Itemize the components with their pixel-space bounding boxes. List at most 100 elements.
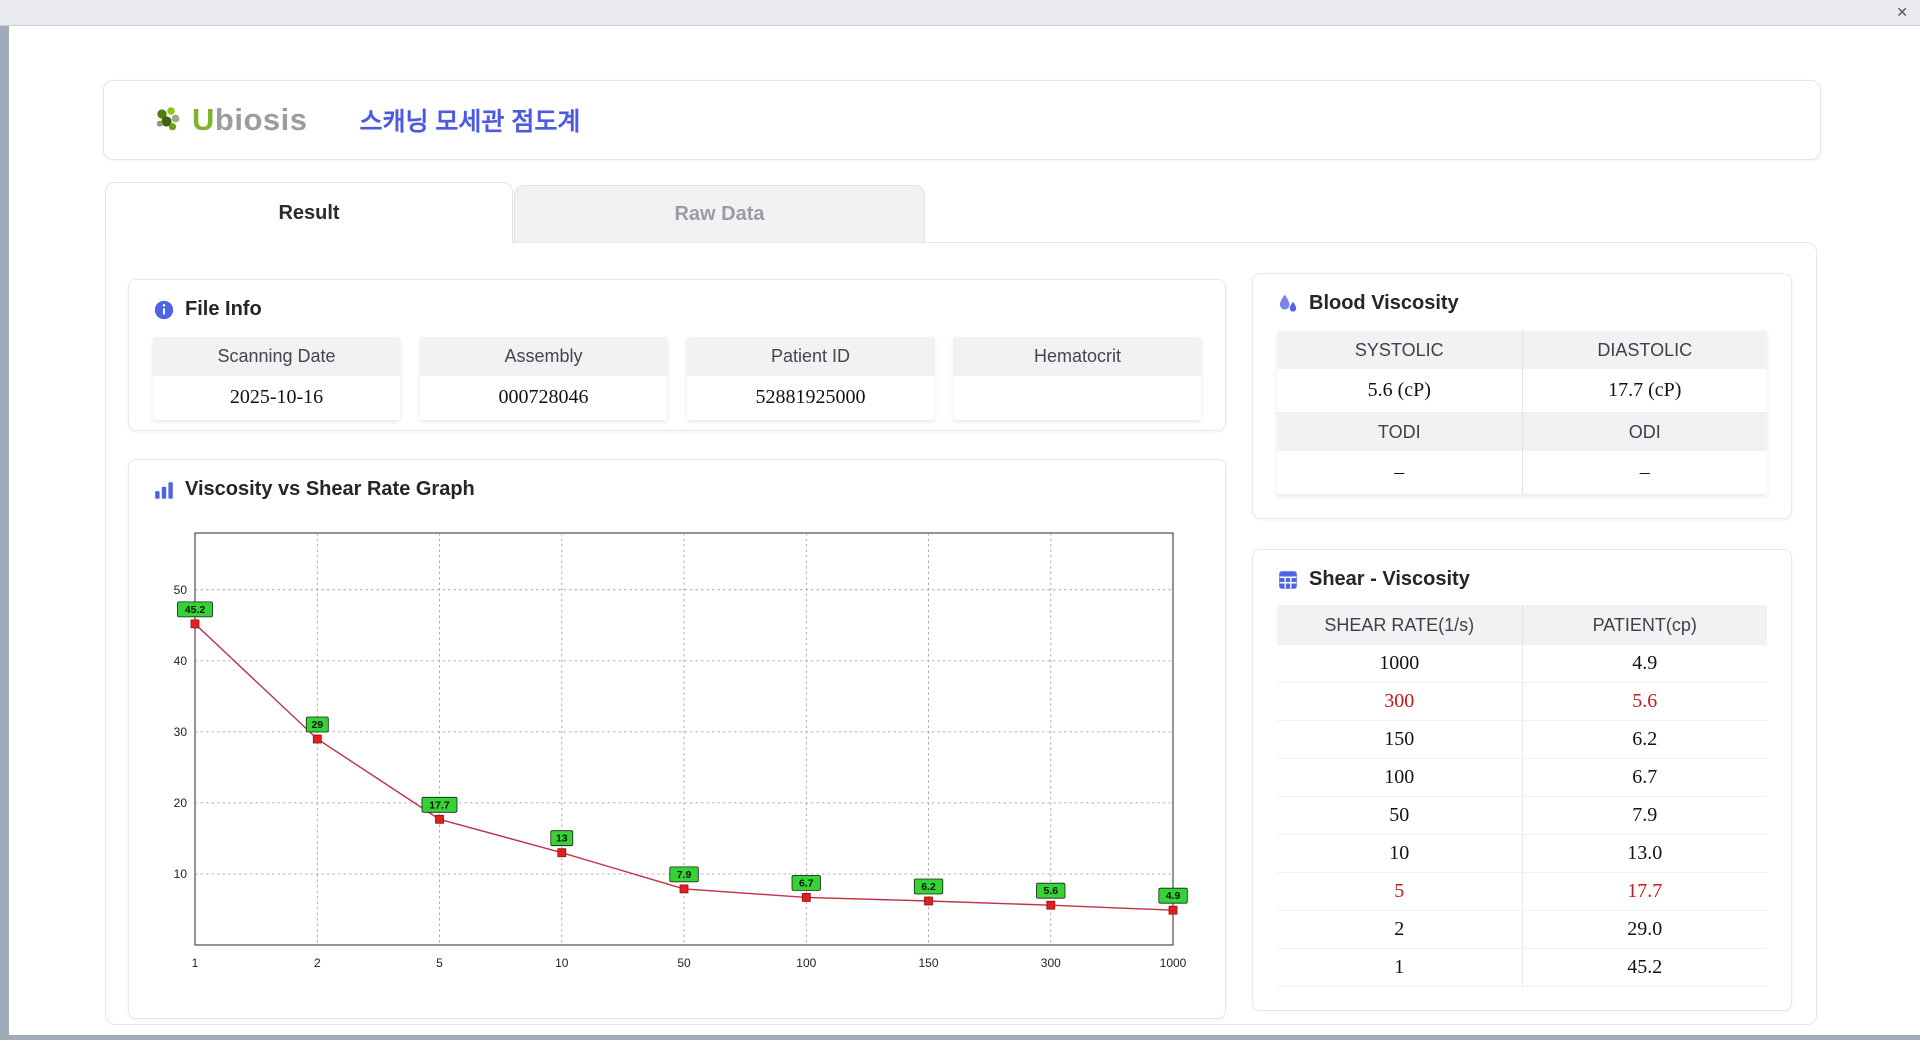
app-window: Ubiosis 스캐닝 모세관 점도계 Result Raw Data File… xyxy=(9,26,1920,1035)
patient-cell: 13.0 xyxy=(1627,842,1663,864)
shear-viscosity-table: SHEAR RATE(1/s) PATIENT(cp) 1000 4.9 300 5.… xyxy=(1277,605,1767,987)
shear-viscosity-title-row: Shear - Viscosity xyxy=(1253,550,1791,591)
page-title: 스캐닝 모세관 점도계 xyxy=(359,108,581,136)
droplet-icon xyxy=(1279,294,1297,312)
svg-text:10: 10 xyxy=(174,867,188,881)
svg-text:13: 13 xyxy=(556,833,568,845)
logo-wordmark: Ubiosis xyxy=(192,102,308,137)
close-icon[interactable]: ✕ xyxy=(1896,5,1908,19)
shear-rate-column-header: SHEAR RATE(1/s) xyxy=(1277,605,1523,645)
bv-label: ODI xyxy=(1628,421,1661,442)
table-row: 10 13.0 xyxy=(1277,835,1767,873)
blood-viscosity-value-row: – – xyxy=(1277,451,1767,495)
blood-viscosity-card: Blood Viscosity SYSTOLIC DIASTOLIC 5.6 (cP… xyxy=(1252,273,1792,519)
shear-rate-cell: 5 xyxy=(1277,873,1523,910)
shear-rate-cell: 10 xyxy=(1277,835,1523,872)
patient-cell: 29.0 xyxy=(1627,918,1663,940)
svg-text:1000: 1000 xyxy=(1160,956,1187,970)
shear-rate-cell: 100 xyxy=(1277,759,1523,796)
file-info-title: File Info xyxy=(185,298,262,320)
result-panel: File Info Scanning Date 2025-10-16 Assembl… xyxy=(105,242,1817,1025)
window-titlebar: ✕ xyxy=(0,0,1920,26)
shear-rate-cell: 2 xyxy=(1277,911,1523,948)
blood-viscosity-value-row: 5.6 (cP) 17.7 (cP) xyxy=(1277,369,1767,413)
field-value: 2025-10-16 xyxy=(229,386,324,408)
svg-text:6.7: 6.7 xyxy=(799,877,814,889)
ubiosis-logo-icon xyxy=(156,107,180,131)
file-info-field-scanning-date: Scanning Date 2025-10-16 xyxy=(153,337,400,420)
table-row: 1 45.2 xyxy=(1277,949,1767,987)
blood-viscosity-title: Blood Viscosity xyxy=(1309,292,1459,314)
field-value: 000728046 xyxy=(498,386,589,408)
bv-value: – xyxy=(1639,461,1650,483)
patient-cell: 45.2 xyxy=(1627,956,1663,978)
bv-label: TODI xyxy=(1277,413,1523,451)
svg-text:30: 30 xyxy=(174,725,188,739)
file-info-field-assembly: Assembly 000728046 xyxy=(420,337,667,420)
file-info-field-patient-id: Patient ID 52881925000 xyxy=(687,337,934,420)
svg-text:17.7: 17.7 xyxy=(429,799,450,811)
viscosity-graph-card: Viscosity vs Shear Rate Graph 10 20 30 40 50… xyxy=(128,459,1226,1019)
svg-text:10: 10 xyxy=(555,956,569,970)
svg-text:50: 50 xyxy=(677,956,691,970)
svg-text:45.2: 45.2 xyxy=(185,604,206,616)
bv-value: 17.7 (cP) xyxy=(1608,379,1682,401)
shear-viscosity-card: Shear - Viscosity SHEAR RATE(1/s) PATIEN… xyxy=(1252,549,1792,1011)
patient-cell: 17.7 xyxy=(1627,880,1663,902)
graph-title: Viscosity vs Shear Rate Graph xyxy=(185,478,475,500)
field-value xyxy=(954,376,1201,418)
svg-text:1: 1 xyxy=(192,956,199,970)
table-row: 300 5.6 xyxy=(1277,683,1767,721)
shear-rate-cell: 50 xyxy=(1277,797,1523,834)
viscosity-chart: 10 20 30 40 50 1 2 5 10 50 100 150 300 1000 45.2 29 17.7… xyxy=(174,532,1188,970)
chart-wrap: 10 20 30 40 50 1 2 5 10 50 100 150 300 1000 45.2 29 17.7… xyxy=(153,515,1225,980)
graph-title-row: Viscosity vs Shear Rate Graph xyxy=(129,460,1225,501)
patient-column-header: PATIENT(cp) xyxy=(1592,614,1697,635)
patient-cell: 6.2 xyxy=(1632,728,1658,750)
svg-text:300: 300 xyxy=(1041,956,1061,970)
ubiosis-logo: Ubiosis xyxy=(150,102,307,138)
app-header: Ubiosis 스캐닝 모세관 점도계 xyxy=(103,80,1821,160)
blood-viscosity-label-row: SYSTOLIC DIASTOLIC xyxy=(1277,331,1767,369)
bar-chart-icon xyxy=(155,481,173,499)
table-icon xyxy=(1279,570,1297,589)
svg-text:5.6: 5.6 xyxy=(1043,885,1058,897)
svg-text:2: 2 xyxy=(314,956,321,970)
patient-cell: 7.9 xyxy=(1632,804,1658,826)
svg-text:29: 29 xyxy=(311,719,323,731)
bv-value: – xyxy=(1277,451,1523,494)
blood-viscosity-label-row: TODI ODI xyxy=(1277,413,1767,451)
tab-raw-data[interactable]: Raw Data xyxy=(514,185,925,242)
bv-label: DIASTOLIC xyxy=(1597,339,1693,360)
svg-text:40: 40 xyxy=(174,654,188,668)
shear-rate-cell: 300 xyxy=(1277,683,1523,720)
blood-viscosity-title-row: Blood Viscosity xyxy=(1253,274,1791,315)
table-row: 100 6.7 xyxy=(1277,759,1767,797)
tab-result[interactable]: Result xyxy=(105,182,513,243)
bv-label: SYSTOLIC xyxy=(1277,331,1523,369)
table-row: 5 17.7 xyxy=(1277,873,1767,911)
field-value: 52881925000 xyxy=(755,386,866,408)
blood-viscosity-table: SYSTOLIC DIASTOLIC 5.6 (cP) 17.7 (cP) TODI OD… xyxy=(1277,331,1767,495)
field-label: Assembly xyxy=(420,337,667,376)
file-info-title-row: File Info xyxy=(129,280,1225,321)
svg-text:5: 5 xyxy=(436,956,443,970)
file-info-field-hematocrit: Hematocrit xyxy=(954,337,1201,420)
table-row: 1000 4.9 xyxy=(1277,645,1767,683)
shear-table-body: 1000 4.9 300 5.6 150 6.2 100 6.7 50 7.9 10 13.0 5 17.… xyxy=(1277,645,1767,987)
shear-rate-cell: 150 xyxy=(1277,721,1523,758)
table-row: 150 6.2 xyxy=(1277,721,1767,759)
svg-text:20: 20 xyxy=(174,796,188,810)
field-label: Scanning Date xyxy=(153,337,400,376)
bv-value: 5.6 (cP) xyxy=(1277,369,1523,412)
table-row: 2 29.0 xyxy=(1277,911,1767,949)
shear-rate-cell: 1000 xyxy=(1277,645,1523,682)
shear-rate-cell: 1 xyxy=(1277,949,1523,986)
patient-cell: 5.6 xyxy=(1632,690,1658,712)
shear-viscosity-title: Shear - Viscosity xyxy=(1309,568,1470,590)
svg-text:50: 50 xyxy=(174,583,188,597)
svg-text:150: 150 xyxy=(918,956,938,970)
file-info-card: File Info Scanning Date 2025-10-16 Assembl… xyxy=(128,279,1226,431)
table-row: 50 7.9 xyxy=(1277,797,1767,835)
field-label: Patient ID xyxy=(687,337,934,376)
